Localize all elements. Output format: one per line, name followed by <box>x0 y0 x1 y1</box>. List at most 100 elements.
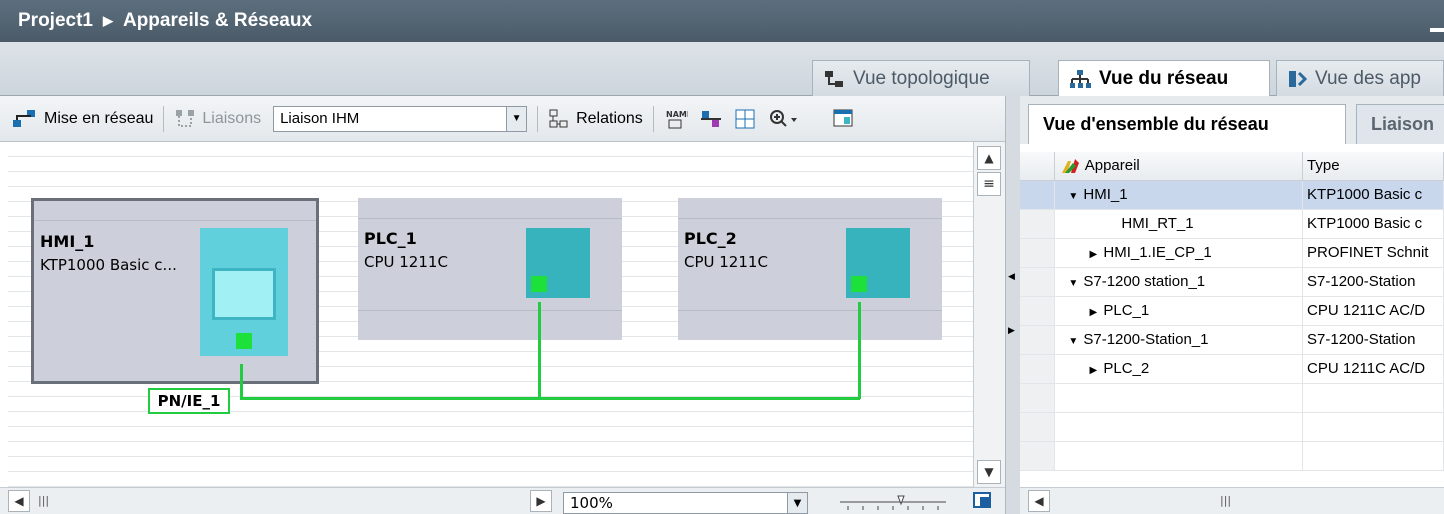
zoom-in-icon <box>769 109 797 127</box>
device-plc-2[interactable]: PLC_2 CPU 1211C <box>678 198 942 340</box>
cell-type <box>1302 412 1444 442</box>
table-row[interactable]: ▼ S7-1200 station_1 S7-1200-Station <box>1020 267 1444 297</box>
show-names-button[interactable]: NAME <box>658 104 694 134</box>
cell-device[interactable]: ▶ HMI_1.IE_CP_1 <box>1054 238 1304 268</box>
device-divider <box>358 310 622 311</box>
zoom-button[interactable] <box>762 104 804 134</box>
zoom-value: 100% <box>570 494 613 512</box>
expand-down-icon[interactable]: ▼ <box>1063 191 1083 202</box>
scroll-right-button[interactable]: ▶ <box>530 490 552 512</box>
device-divider <box>678 310 942 311</box>
subnet-label[interactable]: PN/IE_1 <box>148 388 230 414</box>
scroll-down-button[interactable]: ▼ <box>977 460 1001 484</box>
cell-type[interactable]: S7-1200-Station <box>1302 325 1444 355</box>
network-overview-button[interactable] <box>694 104 728 134</box>
toolbar-divider <box>537 105 539 132</box>
tab-connections[interactable]: Liaison <box>1356 104 1444 144</box>
connections-icon <box>176 109 195 127</box>
panel-splitter[interactable]: ◀ ▶ <box>1005 96 1020 514</box>
hscroll-thumb[interactable]: ||| <box>1220 494 1231 507</box>
cell-type[interactable]: CPU 1211C AC/D <box>1302 296 1444 326</box>
collapse-left-icon[interactable]: ◀ <box>1008 272 1015 282</box>
tab-network-label: Vue du réseau <box>1099 67 1229 89</box>
zoom-select[interactable]: 100% ▼ <box>563 492 808 514</box>
table-row[interactable]: ▼ S7-1200-Station_1 S7-1200-Station <box>1020 325 1444 355</box>
scroll-up-button[interactable]: ▲ <box>977 146 1001 170</box>
breadcrumb-section: Appareils & Réseaux <box>122 10 313 31</box>
cell-type[interactable]: PROFINET Schnit <box>1302 238 1444 268</box>
canvas-vertical-scrollbar[interactable]: ▲ ≡ ▼ <box>973 142 1005 487</box>
table-row[interactable]: ▶ PLC_2 CPU 1211C AC/D <box>1020 354 1444 384</box>
column-header-type[interactable]: Type <box>1302 152 1444 181</box>
toolbar-divider <box>163 105 165 132</box>
device-name: PLC_1 <box>364 229 417 248</box>
breadcrumb-separator: ▶ <box>102 13 113 28</box>
scroll-left-button[interactable]: ◀ <box>1028 490 1050 512</box>
empty-row <box>1020 412 1444 442</box>
expand-down-icon[interactable]: ▼ <box>1063 336 1083 347</box>
subnet-line[interactable] <box>240 397 860 400</box>
zoom-slider[interactable] <box>838 492 948 512</box>
network-icon <box>1070 69 1091 88</box>
device-name: HMI_1.IE_CP_1 <box>1103 244 1212 261</box>
network-overview-icon <box>700 110 721 127</box>
expand-right-icon[interactable]: ▶ <box>1083 307 1103 318</box>
cell-device <box>1054 441 1304 471</box>
expand-down-icon[interactable]: ▼ <box>1063 278 1083 289</box>
collapse-right-icon[interactable]: ▶ <box>1008 326 1015 336</box>
view-tabs-bar: Vue topologique Vue du réseau Vue des ap… <box>0 42 1444 96</box>
network-toolbar: Mise en réseau Liaisons Liaison IHM ▼ Re… <box>0 96 1005 142</box>
breadcrumb-project[interactable]: Project1 <box>18 10 93 32</box>
minimize-icon[interactable] <box>1430 28 1444 32</box>
cell-device[interactable]: ▶ PLC_1 <box>1054 296 1304 326</box>
relations-button[interactable]: Relations <box>542 104 649 134</box>
cell-type[interactable]: S7-1200-Station <box>1302 267 1444 297</box>
device-plc-1[interactable]: PLC_1 CPU 1211C <box>358 198 622 340</box>
column-device-label: Appareil <box>1084 156 1140 174</box>
table-row[interactable]: ▶ HMI_1.IE_CP_1 PROFINET Schnit <box>1020 238 1444 268</box>
profinet-port[interactable] <box>531 276 547 292</box>
scroll-left-button[interactable]: ◀ <box>8 490 30 512</box>
device-name: PLC_2 <box>1103 360 1150 377</box>
table-row[interactable]: ▼ HMI_1 KTP1000 Basic c <box>1020 180 1444 210</box>
connection-type-select[interactable]: Liaison IHM ▼ <box>273 105 528 132</box>
row-gutter <box>1020 209 1056 239</box>
column-header-device[interactable]: Appareil <box>1054 152 1304 181</box>
tools-icon <box>1062 158 1080 173</box>
grid-toggle-button[interactable] <box>728 104 762 134</box>
cell-device[interactable]: ▼ S7-1200 station_1 <box>1054 267 1304 297</box>
profinet-port[interactable] <box>236 333 252 349</box>
properties-button[interactable] <box>826 104 860 134</box>
network-canvas[interactable]: HMI_1 KTP1000 Basic c... PLC_1 CPU 1211C… <box>8 142 973 487</box>
tab-topology-view[interactable]: Vue topologique <box>812 60 1030 96</box>
network-button[interactable]: Mise en réseau <box>6 104 159 134</box>
plc-module-icon <box>846 228 910 298</box>
table-row[interactable]: ▶ PLC_1 CPU 1211C AC/D <box>1020 296 1444 326</box>
cell-device[interactable]: HMI_RT_1 <box>1054 209 1304 239</box>
row-gutter <box>1020 354 1056 384</box>
subnet-drop-plc2 <box>858 302 861 399</box>
chevron-down-icon[interactable]: ▼ <box>506 106 527 131</box>
title-bar: Project1 ▶ Appareils & Réseaux <box>0 0 1444 42</box>
expand-right-icon[interactable]: ▶ <box>1083 249 1103 260</box>
cell-type[interactable]: KTP1000 Basic c <box>1302 180 1444 210</box>
tab-network-overview[interactable]: Vue d'ensemble du réseau <box>1028 104 1346 144</box>
device-name: S7-1200-Station_1 <box>1083 331 1209 348</box>
device-hmi-1[interactable]: HMI_1 KTP1000 Basic c... <box>31 198 319 384</box>
cell-type[interactable]: KTP1000 Basic c <box>1302 209 1444 239</box>
overview-navigation-icon[interactable] <box>972 491 994 511</box>
hscroll-thumb[interactable]: ||| <box>38 494 49 507</box>
cell-device[interactable]: ▼ HMI_1 <box>1054 180 1304 210</box>
table-row[interactable]: HMI_RT_1 KTP1000 Basic c <box>1020 209 1444 239</box>
profinet-port[interactable] <box>851 276 867 292</box>
cell-type[interactable]: CPU 1211C AC/D <box>1302 354 1444 384</box>
cell-device[interactable]: ▶ PLC_2 <box>1054 354 1304 384</box>
cell-device[interactable]: ▼ S7-1200-Station_1 <box>1054 325 1304 355</box>
connections-button[interactable]: Liaisons <box>168 104 267 134</box>
tab-device-view[interactable]: Vue des app <box>1276 60 1444 96</box>
overview-horizontal-scrollbar[interactable]: ◀ ||| <box>1020 487 1444 514</box>
chevron-down-icon[interactable]: ▼ <box>787 493 807 513</box>
tab-network-view[interactable]: Vue du réseau <box>1058 60 1270 96</box>
expand-right-icon[interactable]: ▶ <box>1083 365 1103 376</box>
scroll-thumb[interactable]: ≡ <box>977 172 1001 196</box>
